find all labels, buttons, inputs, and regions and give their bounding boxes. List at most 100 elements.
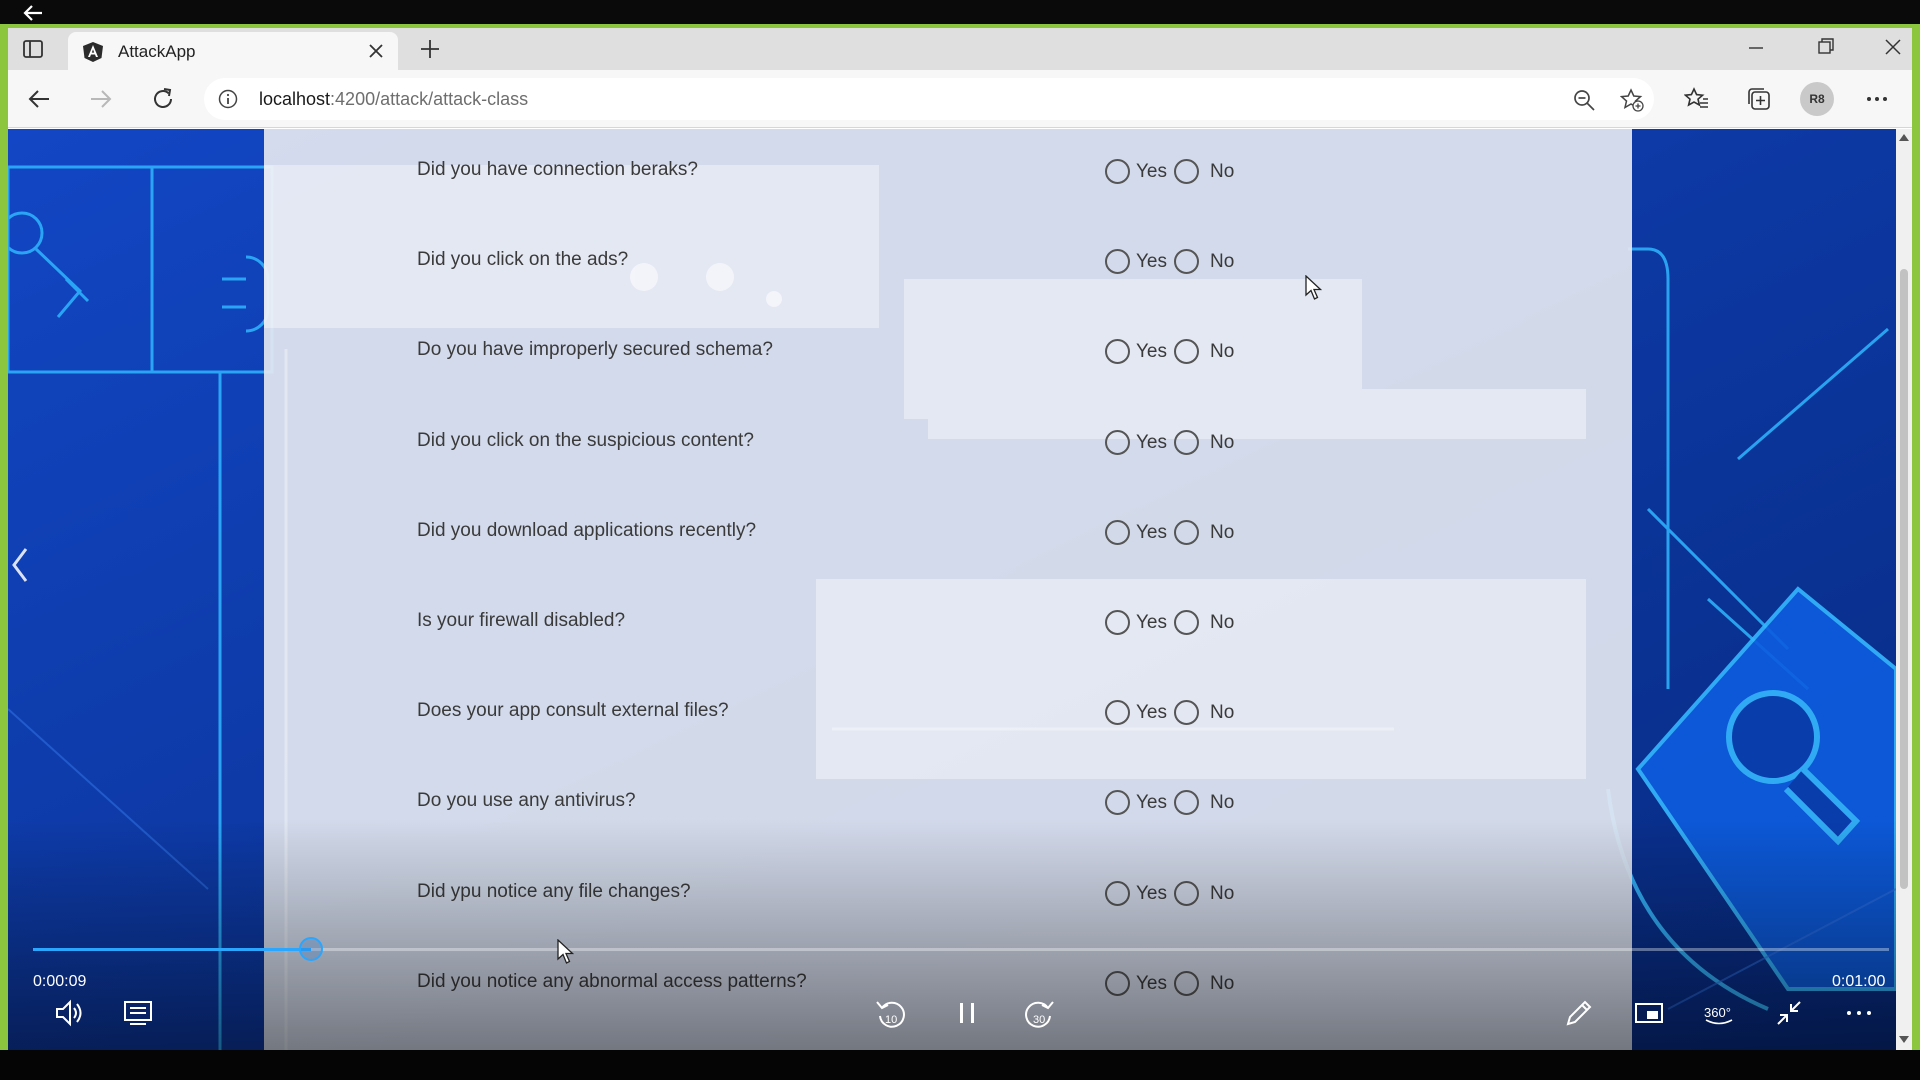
no-label[interactable]: No [1210,792,1234,814]
seek-bar[interactable] [33,937,1889,961]
no-radio[interactable] [1174,159,1199,184]
volume-icon[interactable] [52,996,86,1030]
yes-label[interactable]: Yes [1136,522,1167,544]
window-close-icon[interactable] [1884,38,1902,56]
scroll-up-arrow-icon[interactable] [1898,133,1910,143]
info-icon[interactable] [218,89,238,109]
forward-30-icon[interactable]: 30 [1022,996,1056,1030]
yes-radio[interactable] [1105,790,1130,815]
browser-toolbar: localhost:4200/attack/attack-class R8 [8,70,1912,128]
no-label[interactable]: No [1210,702,1234,724]
total-duration: 0:01:00 [1832,973,1886,990]
current-time: 0:00:09 [33,973,87,990]
player-back-arrow-icon[interactable] [22,4,44,22]
add-favorite-icon[interactable] [1620,88,1644,112]
refresh-icon[interactable] [150,86,176,112]
zoom-out-icon[interactable] [1572,88,1596,112]
forward-seconds-label: 30 [1033,1014,1045,1026]
rewind-seconds-label: 10 [885,1014,897,1026]
player-top-bar [0,0,1920,24]
no-label[interactable]: No [1210,161,1234,183]
no-radio[interactable] [1174,520,1199,545]
scrollbar-thumb[interactable] [1900,269,1908,889]
address-bar[interactable]: localhost:4200/attack/attack-class [204,78,1654,120]
back-arrow-icon[interactable] [26,86,52,112]
question-text: Do you use any antivirus? [417,790,636,811]
question-text: Did you download applications recently? [417,520,757,541]
forward-arrow-icon[interactable] [88,86,114,112]
tab-title: AttackApp [118,42,196,61]
seek-bar-progress [33,948,312,951]
yes-radio[interactable] [1105,430,1130,455]
browser-window: AttackApp localhost:4200/attack/attack-c… [8,28,1912,1050]
question-text: Did you click on the ads? [417,249,629,270]
yes-label[interactable]: Yes [1136,432,1167,454]
no-label[interactable]: No [1210,432,1234,454]
no-radio[interactable] [1174,249,1199,274]
mouse-cursor-icon [1305,275,1322,300]
no-radio[interactable] [1174,430,1199,455]
mouse-cursor-icon [557,939,574,964]
captions-icon[interactable] [121,996,155,1030]
pause-icon[interactable] [950,996,984,1030]
url-host: localhost [259,89,331,109]
pen-icon[interactable] [1562,996,1596,1030]
question-text: Did you click on the suspicious content? [417,430,754,451]
miniplayer-icon[interactable] [1632,996,1666,1030]
yes-radio[interactable] [1105,610,1130,635]
yes-radio[interactable] [1105,159,1130,184]
no-radio[interactable] [1174,339,1199,364]
url-text: localhost:4200/attack/attack-class [259,89,528,110]
360-icon[interactable]: 360° [1702,996,1736,1030]
yes-radio[interactable] [1105,339,1130,364]
player-bottom-strip [0,1050,1920,1080]
frame-border-left [0,28,8,1050]
no-label[interactable]: No [1210,341,1234,363]
tab-bar: AttackApp [8,28,1912,70]
no-label[interactable]: No [1210,522,1234,544]
rewind-10-icon[interactable]: 10 [874,996,908,1030]
no-radio[interactable] [1174,700,1199,725]
restore-icon[interactable] [1818,38,1834,54]
page-viewport: Did you have connection beraks? Yes No Did … [8,129,1896,1050]
question-row: Does your app consult external files? Yes… [264,682,1632,742]
frame-border-right [1912,28,1920,1050]
more-icon[interactable] [1864,86,1890,112]
question-text: Do you have improperly secured schema? [417,339,773,360]
no-radio[interactable] [1174,610,1199,635]
player-more-icon[interactable] [1842,996,1876,1030]
yes-label[interactable]: Yes [1136,612,1167,634]
yes-radio[interactable] [1105,700,1130,725]
question-text: Does your app consult external files? [417,700,729,721]
question-row: Did you click on the suspicious content?… [264,412,1632,472]
no-label[interactable]: No [1210,251,1234,273]
close-tab-icon[interactable] [368,43,384,59]
question-row: Do you have improperly secured schema? Ye… [264,321,1632,381]
url-path: :4200/attack/attack-class [330,89,529,109]
yes-radio[interactable] [1105,249,1130,274]
question-row: Did you have connection beraks? Yes No [264,141,1632,201]
exit-fullscreen-icon[interactable] [1772,996,1806,1030]
yes-radio[interactable] [1105,520,1130,545]
yes-label[interactable]: Yes [1136,792,1167,814]
active-tab[interactable]: AttackApp [68,32,398,70]
page-scrollbar[interactable] [1896,129,1912,1050]
profile-avatar[interactable]: R8 [1800,82,1834,116]
scroll-down-arrow-icon[interactable] [1898,1034,1910,1044]
angular-logo-icon [83,42,103,62]
minimize-icon[interactable] [1748,40,1764,56]
question-row: Did you click on the ads? Yes No [264,231,1632,291]
question-text: Did you have connection beraks? [417,159,698,180]
vr-label: 360° [1704,1005,1731,1020]
no-radio[interactable] [1174,790,1199,815]
yes-label[interactable]: Yes [1136,341,1167,363]
no-label[interactable]: No [1210,612,1234,634]
favorites-icon[interactable] [1684,86,1710,112]
question-text: Is your firewall disabled? [417,610,626,631]
new-tab-plus-icon[interactable] [420,39,440,59]
yes-label[interactable]: Yes [1136,251,1167,273]
collections-icon[interactable] [1746,86,1772,112]
yes-label[interactable]: Yes [1136,161,1167,183]
tab-actions-icon[interactable] [22,38,44,60]
yes-label[interactable]: Yes [1136,702,1167,724]
